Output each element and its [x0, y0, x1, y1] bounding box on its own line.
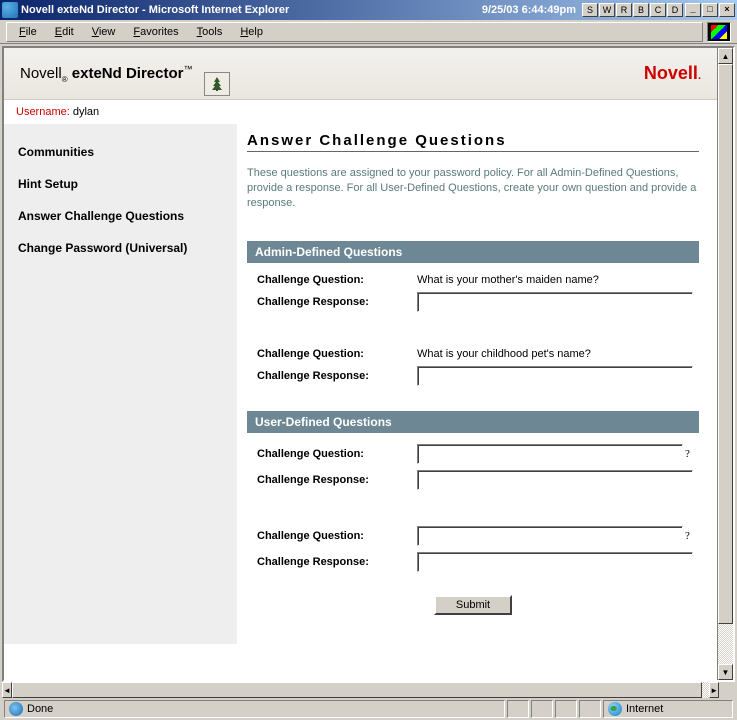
admin-question-1: Challenge Question: What is your mother'… [247, 263, 699, 337]
user-defined-header: User-Defined Questions [247, 411, 699, 433]
scrollbar-corner [719, 682, 735, 698]
menu-file[interactable]: File [11, 24, 45, 40]
question-mark-icon: ? [685, 448, 690, 460]
admin-defined-header: Admin-Defined Questions [247, 241, 699, 263]
scroll-thumb-vertical[interactable] [718, 64, 733, 624]
menu-help[interactable]: Help [232, 24, 271, 40]
challenge-response-label: Challenge Response: [257, 474, 417, 486]
sidebar-item-communities[interactable]: Communities [4, 136, 237, 168]
scroll-track-horizontal[interactable] [12, 682, 709, 698]
challenge-question-label: Challenge Question: [257, 274, 417, 286]
menu-tools[interactable]: Tools [189, 24, 231, 40]
brand-title: Novell® exteNd Director™ [20, 64, 192, 84]
user-question-1: Challenge Question: ? Challenge Response… [247, 433, 699, 515]
tray-btn-r[interactable]: R [616, 3, 632, 17]
page-title: Answer Challenge Questions [247, 132, 699, 152]
status-cell-3 [555, 700, 577, 718]
user-question-2: Challenge Question: ? Challenge Response… [247, 515, 699, 585]
security-zone: Internet [603, 700, 733, 718]
question-mark-icon: ? [685, 530, 690, 542]
challenge-response-label: Challenge Response: [257, 556, 417, 568]
tray-btn-s[interactable]: S [582, 3, 598, 17]
sidebar-item-change-password[interactable]: Change Password (Universal) [4, 232, 237, 264]
scroll-up-button[interactable]: ▲ [718, 48, 733, 64]
scroll-right-button[interactable]: ► [709, 682, 719, 698]
ie-status-icon [9, 702, 23, 716]
admin-response-1-input[interactable] [417, 292, 693, 312]
status-text: Done [27, 703, 53, 715]
admin-question-2: Challenge Question: What is your childho… [247, 337, 699, 411]
scroll-left-button[interactable]: ◄ [2, 682, 12, 698]
scroll-down-button[interactable]: ▼ [718, 664, 733, 680]
tray-btn-w[interactable]: W [599, 3, 615, 17]
menubar: File Edit View Favorites Tools Help [0, 20, 737, 44]
sidebar-item-hint-setup[interactable]: Hint Setup [4, 168, 237, 200]
admin-response-2-input[interactable] [417, 366, 693, 386]
titlebar-tray-buttons: S W R B C D [582, 3, 683, 17]
challenge-question-label: Challenge Question: [257, 348, 417, 360]
tree-icon [209, 76, 225, 92]
status-cell-1 [507, 700, 529, 718]
maximize-button[interactable]: □ [702, 3, 718, 17]
minimize-button[interactable]: _ [685, 3, 701, 17]
sidebar-nav: Communities Hint Setup Answer Challenge … [4, 124, 237, 644]
menu-favorites[interactable]: Favorites [125, 24, 186, 40]
main-panel: Answer Challenge Questions These questio… [237, 124, 717, 644]
zone-text: Internet [626, 703, 663, 715]
window-titlebar: Novell exteNd Director - Microsoft Inter… [0, 0, 737, 20]
page-content: Novell® exteNd Director™ Novell. Usernam… [4, 48, 717, 680]
scroll-thumb-horizontal[interactable] [12, 682, 702, 698]
admin-question-2-text: What is your childhood pet's name? [417, 348, 591, 360]
ie-app-icon [2, 2, 18, 18]
tree-picker-button[interactable] [204, 72, 230, 96]
challenge-question-label: Challenge Question: [257, 530, 417, 542]
horizontal-scrollbar[interactable]: ◄ ► [2, 682, 719, 698]
novell-logo: Novell. [644, 63, 701, 84]
menu-view[interactable]: View [84, 24, 124, 40]
challenge-question-label: Challenge Question: [257, 448, 417, 460]
status-cell-4 [579, 700, 601, 718]
submit-button[interactable]: Submit [434, 595, 512, 615]
user-question-1-input[interactable] [417, 444, 683, 464]
tray-btn-d[interactable]: D [667, 3, 683, 17]
vertical-scrollbar[interactable]: ▲ ▼ [717, 48, 733, 680]
challenge-response-label: Challenge Response: [257, 370, 417, 382]
username-label: Username: [16, 106, 70, 118]
titlebar-clock: 9/25/03 6:44:49pm [482, 4, 576, 16]
intro-text: These questions are assigned to your pas… [247, 166, 699, 211]
statusbar: Done Internet [2, 698, 735, 720]
user-response-1-input[interactable] [417, 470, 693, 490]
user-response-2-input[interactable] [417, 552, 693, 572]
username-bar: Username: dylan [4, 100, 717, 124]
tray-btn-c[interactable]: C [650, 3, 666, 17]
admin-question-1-text: What is your mother's maiden name? [417, 274, 599, 286]
sidebar-item-answer-challenge[interactable]: Answer Challenge Questions [4, 200, 237, 232]
username-value: dylan [73, 106, 99, 118]
status-cell-2 [531, 700, 553, 718]
tray-btn-b[interactable]: B [633, 3, 649, 17]
brand-header: Novell® exteNd Director™ Novell. [4, 48, 717, 100]
window-title: Novell exteNd Director - Microsoft Inter… [21, 4, 289, 16]
status-main: Done [4, 700, 505, 718]
window-system-buttons: _ □ × [685, 3, 735, 17]
ie-throbber-icon [707, 22, 731, 42]
user-question-2-input[interactable] [417, 526, 683, 546]
close-button[interactable]: × [719, 3, 735, 17]
challenge-response-label: Challenge Response: [257, 296, 417, 308]
globe-icon [608, 702, 622, 716]
menu-edit[interactable]: Edit [47, 24, 82, 40]
browser-viewport: Novell® exteNd Director™ Novell. Usernam… [2, 46, 735, 682]
scroll-track-vertical[interactable] [718, 64, 733, 664]
